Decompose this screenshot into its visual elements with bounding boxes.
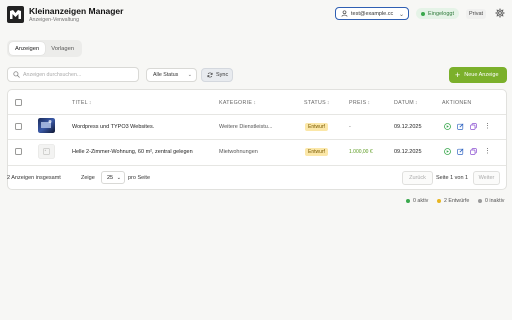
status-filter-select[interactable]: Alle Status ⌄ — [146, 68, 197, 82]
stat-drafts: 2 Entwürfe — [437, 198, 469, 204]
image-placeholder-icon — [38, 144, 55, 159]
sync-button[interactable]: Sync — [201, 68, 233, 82]
ad-price: 1.000,00 € — [349, 149, 373, 155]
ad-title[interactable]: Wordpress und TYPO3 Websites. — [72, 124, 154, 130]
gear-icon[interactable] — [495, 8, 505, 18]
edit-icon[interactable] — [457, 123, 464, 130]
account-email: test@example.cc — [351, 10, 394, 17]
per-page-select[interactable]: 25 ⌄ — [101, 171, 125, 184]
show-label: Zeige — [81, 175, 95, 181]
duplicate-icon[interactable] — [470, 148, 477, 155]
view-tabs: Anzeigen Vorlagen — [7, 40, 83, 57]
per-page-suffix: pro Seite — [128, 175, 151, 181]
divider — [8, 139, 506, 140]
divider — [8, 165, 506, 166]
next-page-button[interactable]: Weiter — [473, 171, 500, 185]
new-ad-button[interactable]: + Neue Anzeige — [449, 67, 507, 83]
select-all-checkbox[interactable] — [15, 99, 22, 106]
stat-label: 0 aktiv — [413, 198, 429, 204]
sort-icon: ↕ — [253, 100, 257, 106]
ad-category: Weitere Dienstleistu... — [219, 124, 273, 130]
app-subtitle: Anzeigen-Verwaltung — [29, 17, 80, 23]
chevron-down-icon: ⌄ — [398, 12, 404, 18]
new-ad-label: Neue Anzeige — [464, 72, 499, 78]
row-checkbox[interactable] — [15, 148, 22, 155]
ad-thumbnail-image[interactable] — [38, 118, 55, 133]
app-title: Kleinanzeigen Manager — [29, 6, 124, 16]
ad-date: 09.12.2025 — [394, 149, 422, 155]
more-options-icon[interactable]: ⋮ — [484, 148, 491, 155]
sort-icon: ↕ — [367, 100, 371, 106]
column-label: KATEGORIE — [219, 100, 253, 106]
column-header-category[interactable]: KATEGORIE↕ — [219, 100, 256, 106]
column-label: STATUS — [304, 100, 326, 106]
stat-active: 0 aktiv — [406, 198, 428, 204]
tab-anzeigen[interactable]: Anzeigen — [9, 42, 46, 55]
chevron-down-icon: ⌄ — [116, 175, 121, 181]
sort-icon: ↕ — [414, 100, 418, 106]
stat-inactive: 0 inaktiv — [478, 198, 504, 204]
status-badge: Entwurf — [305, 148, 328, 156]
divider — [8, 114, 506, 115]
column-label: DATUM — [394, 100, 414, 106]
search-input[interactable] — [23, 71, 133, 78]
refresh-icon — [207, 72, 213, 78]
sort-icon: ↕ — [326, 100, 330, 106]
column-header-status[interactable]: STATUS↕ — [304, 100, 330, 106]
chevron-down-icon: ⌄ — [187, 72, 192, 78]
status-filter-value: Alle Status — [153, 72, 179, 78]
login-status-label: Eingeloggt — [428, 10, 454, 17]
ad-category: Mietwohnungen — [219, 149, 258, 155]
per-page-value: 25 — [107, 174, 114, 181]
prev-page-button[interactable]: Zurück — [402, 171, 433, 185]
column-header-actions: AKTIONEN — [442, 100, 472, 106]
ad-date: 09.12.2025 — [394, 124, 422, 130]
publish-icon[interactable] — [444, 148, 451, 155]
column-label: TITEL — [72, 100, 88, 106]
ad-title[interactable]: Helle 2-Zimmer-Wohnung, 60 m², zentral g… — [72, 149, 193, 155]
search-box — [7, 67, 139, 82]
app-header: Kleinanzeigen Manager Anzeigen-Verwaltun… — [0, 0, 512, 30]
login-status-badge: Eingeloggt — [416, 8, 459, 19]
more-options-icon[interactable]: ⋮ — [484, 123, 491, 130]
inactive-dot-icon — [478, 199, 482, 203]
row-checkbox[interactable] — [15, 123, 22, 130]
active-dot-icon — [406, 199, 410, 203]
plus-icon: + — [455, 70, 461, 80]
publish-icon[interactable] — [444, 123, 451, 130]
draft-dot-icon — [437, 199, 441, 203]
ad-price: - — [349, 124, 351, 130]
mode-label[interactable]: Privat — [466, 9, 487, 19]
search-icon — [13, 71, 20, 78]
column-header-price[interactable]: PREIS↕ — [349, 100, 370, 106]
stat-label: 0 inaktiv — [485, 198, 505, 204]
stat-label: 2 Entwürfe — [444, 198, 470, 204]
account-select[interactable]: test@example.cc ⌄ — [335, 7, 409, 20]
user-icon — [341, 10, 348, 17]
column-header-date[interactable]: DATUM↕ — [394, 100, 418, 106]
status-dot-icon — [421, 11, 425, 16]
duplicate-icon[interactable] — [470, 123, 477, 130]
edit-icon[interactable] — [457, 148, 464, 155]
total-count: 2 Anzeigen insgesamt — [7, 175, 61, 181]
app-logo-icon — [7, 6, 24, 23]
sync-label: Sync — [216, 72, 229, 78]
page-info: Seite 1 von 1 — [436, 175, 469, 181]
sort-icon: ↕ — [88, 100, 92, 106]
tab-vorlagen[interactable]: Vorlagen — [45, 42, 80, 55]
column-label: PREIS — [349, 100, 367, 106]
column-header-title[interactable]: TITEL↕ — [72, 100, 92, 106]
status-badge: Entwurf — [305, 123, 328, 131]
